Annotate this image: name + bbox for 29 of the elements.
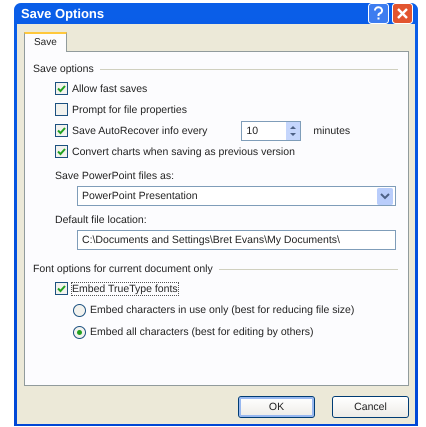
checkbox[interactable] (55, 282, 68, 295)
location-field[interactable]: C:\Documents and Settings\Bret Evans\My Documents\ (77, 230, 396, 250)
field-label: Default file location: (55, 213, 148, 228)
group-heading: Save options (33, 63, 94, 75)
checkbox-label: Prompt for file properties (72, 104, 187, 116)
field-label: Save PowerPoint files as: (55, 169, 176, 184)
checkbox[interactable] (55, 145, 68, 158)
checkbox[interactable] (55, 103, 68, 116)
window-title: Save Options (21, 6, 106, 21)
unit-label: minutes (313, 124, 350, 136)
radio-button[interactable] (73, 326, 86, 338)
dialog-button[interactable]: OK (238, 396, 315, 418)
checkbox[interactable] (55, 124, 68, 137)
checkbox-label: Allow fast saves (72, 82, 148, 94)
checkbox-label: Save AutoRecover info every (72, 124, 208, 136)
checkbox-label: Convert charts when saving as previous version (72, 146, 295, 158)
radio-label: Embed all characters (best for editing by others) (90, 326, 314, 338)
checkbox[interactable] (55, 82, 68, 95)
radio-label: Embed characters in use only (best for reducing file size) (90, 304, 354, 316)
group-heading: Font options for current document only (33, 263, 213, 275)
dialog-button[interactable]: Cancel (332, 396, 409, 418)
checkbox-label: Embed TrueType fonts (72, 282, 178, 294)
format-dropdown[interactable]: PowerPoint Presentation (77, 186, 396, 206)
close-icon[interactable] (392, 3, 413, 24)
radio-button[interactable] (73, 304, 86, 316)
spin-arrows-icon[interactable] (286, 122, 300, 140)
help-icon[interactable] (368, 3, 389, 24)
tab[interactable]: Save (24, 32, 67, 52)
spin-field[interactable]: 10 (241, 120, 302, 140)
